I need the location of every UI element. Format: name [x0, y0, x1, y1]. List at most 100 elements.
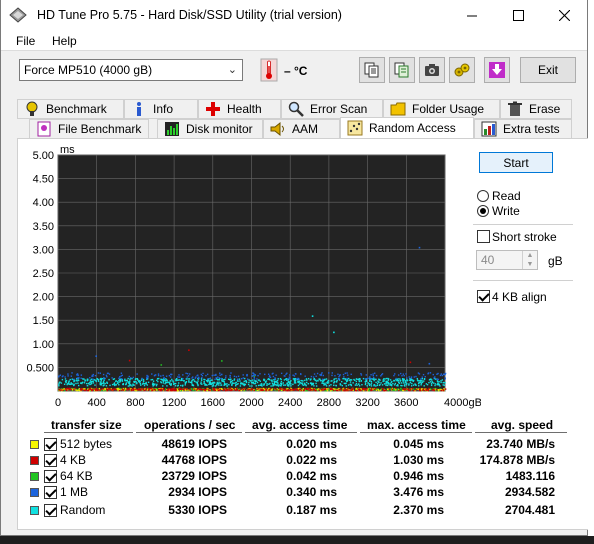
start-button[interactable]: Start: [479, 152, 553, 173]
data-point: [368, 387, 371, 390]
data-point: [179, 376, 181, 378]
data-point: [418, 373, 421, 375]
x-tick-label: 2400: [278, 397, 302, 409]
data-point: [364, 383, 367, 386]
data-point: [209, 383, 212, 385]
data-point: [348, 379, 351, 381]
data-point: [214, 389, 216, 391]
data-point: [132, 388, 135, 390]
data-point: [303, 384, 305, 386]
data-point: [365, 380, 368, 383]
data-point: [373, 388, 375, 390]
data-point: [224, 390, 227, 392]
data-point: [231, 383, 233, 385]
data-point: [102, 373, 105, 376]
data-point: [244, 387, 246, 390]
data-point: [108, 378, 110, 381]
data-point: [175, 388, 177, 390]
data-point: [280, 388, 282, 390]
data-point: [253, 376, 255, 379]
series-checkbox[interactable]: [44, 470, 57, 483]
data-point: [404, 381, 406, 384]
data-point: [282, 388, 284, 390]
write-radio[interactable]: [477, 205, 489, 217]
data-point: [399, 380, 402, 382]
data-point: [204, 388, 207, 391]
data-point: [270, 385, 272, 387]
close-button[interactable]: [541, 0, 587, 31]
data-point: [58, 383, 60, 385]
data-point: [141, 387, 143, 390]
data-point: [228, 387, 230, 390]
short-stroke-checkbox[interactable]: [477, 230, 490, 243]
data-point: [179, 388, 182, 390]
data-point: [310, 378, 312, 380]
data-point: [211, 385, 214, 387]
data-point: [413, 379, 415, 382]
data-point: [404, 383, 406, 385]
read-radio[interactable]: [477, 190, 489, 202]
cell-speed: 2934.582: [504, 485, 555, 499]
data-point: [182, 380, 185, 382]
col-header-max: max. access time: [367, 418, 466, 432]
cell-avg: 0.042 ms: [286, 469, 337, 483]
data-point: [297, 384, 300, 387]
data-point: [217, 383, 219, 385]
save-button[interactable]: [484, 57, 510, 83]
data-point: [63, 390, 66, 392]
data-point: [263, 387, 265, 390]
data-point: [120, 375, 122, 377]
data-point: [442, 381, 445, 384]
data-point: [297, 389, 300, 392]
series-checkbox[interactable]: [44, 438, 57, 451]
maximize-button[interactable]: [495, 0, 541, 31]
data-point: [437, 382, 439, 384]
data-point: [410, 385, 413, 387]
data-point: [152, 380, 155, 382]
data-point: [239, 388, 241, 390]
data-point: [181, 379, 183, 382]
data-point: [187, 378, 189, 380]
data-point: [321, 382, 324, 384]
data-point: [347, 384, 350, 386]
data-point: [406, 377, 408, 379]
data-point: [368, 384, 371, 387]
series-checkbox[interactable]: [44, 454, 57, 467]
data-point: [182, 374, 184, 376]
data-point: [263, 379, 265, 382]
tab-extra-tests[interactable]: Extra tests: [474, 119, 572, 139]
data-point: [103, 382, 105, 384]
data-point: [197, 376, 200, 379]
data-point: [355, 380, 358, 383]
data-point: [118, 377, 120, 379]
data-point: [162, 385, 164, 387]
data-point: [177, 382, 180, 384]
data-point: [283, 379, 286, 381]
align-checkbox[interactable]: [477, 290, 490, 303]
data-point: [212, 385, 215, 387]
data-point: [386, 381, 388, 383]
data-point: [372, 374, 374, 377]
data-point: [169, 389, 172, 391]
data-point: [169, 376, 172, 378]
series-checkbox[interactable]: [44, 504, 57, 517]
data-point: [102, 384, 105, 387]
exit-button[interactable]: Exit: [520, 57, 576, 83]
tab-erase[interactable]: Erase: [500, 99, 572, 119]
data-point: [290, 385, 292, 387]
x-tick-label: 1600: [201, 397, 225, 409]
data-point: [411, 382, 413, 385]
data-point: [431, 389, 434, 391]
data-point: [108, 388, 111, 390]
series-checkbox[interactable]: [44, 486, 57, 499]
short-stroke-spinner[interactable]: 40 ▲ ▼: [476, 250, 538, 270]
spinner-arrows-icon[interactable]: ▲ ▼: [522, 251, 537, 269]
data-point: [193, 388, 195, 390]
data-point: [272, 375, 275, 378]
data-point: [324, 378, 326, 381]
data-point: [258, 388, 260, 390]
data-point: [119, 376, 121, 378]
data-point: [291, 389, 293, 391]
data-point: [253, 378, 256, 380]
data-point: [214, 378, 216, 381]
